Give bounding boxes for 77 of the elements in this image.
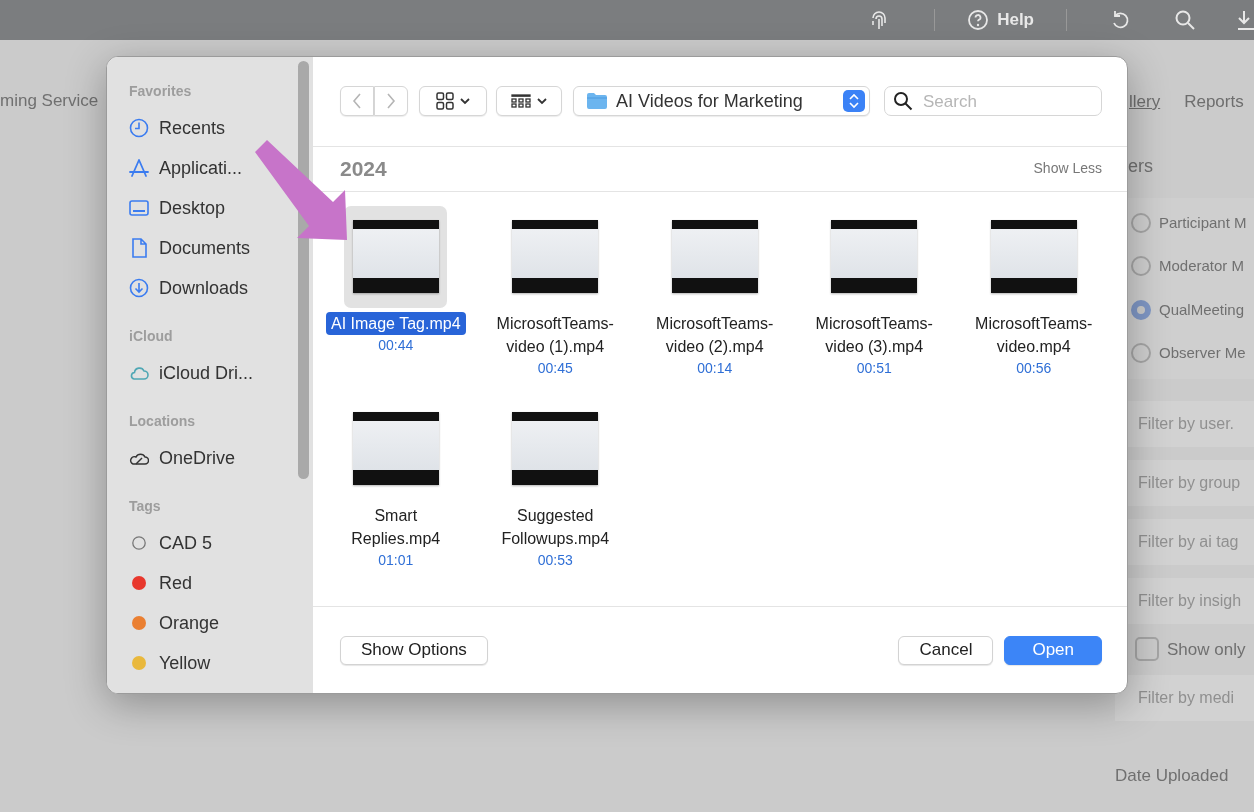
show-less-link[interactable]: Show Less	[1033, 158, 1102, 180]
radio-label: QualMeeting	[1159, 299, 1245, 320]
sidebar-item[interactable]: Applicati...	[129, 148, 243, 188]
sidebar-item[interactable]: iCloud Dri...	[129, 353, 254, 393]
group-button[interactable]	[496, 86, 562, 117]
sidebar-section-title: Tags	[129, 497, 162, 516]
sidebar-item[interactable]: Recents	[129, 108, 226, 148]
video-duration: 00:51	[856, 358, 892, 378]
video-duration: 01:01	[378, 550, 414, 570]
file-name[interactable]: Smart Replies.mp4	[329, 503, 462, 550]
group-icon	[511, 94, 531, 109]
panel-heading: ers	[1128, 154, 1154, 178]
tag-dot	[129, 536, 149, 550]
search-icon	[893, 91, 913, 112]
file-name[interactable]: MicrosoftTeams-video (3).mp4	[808, 311, 941, 358]
video-duration: 00:45	[537, 358, 573, 378]
search-icon[interactable]	[1174, 9, 1196, 31]
radio-button[interactable]	[1131, 256, 1151, 277]
video-thumbnail[interactable]	[831, 220, 918, 294]
chevron-down-icon	[460, 97, 470, 105]
video-thumbnail[interactable]	[512, 220, 599, 294]
radio-label: Participant M	[1159, 212, 1247, 233]
sidebar-item[interactable]: Downloads	[129, 268, 249, 308]
up-down-arrows-icon	[849, 93, 859, 110]
video-thumbnail[interactable]	[671, 220, 758, 294]
desktop-icon	[129, 198, 149, 218]
sidebar-section-title: Locations	[129, 412, 197, 431]
file-name[interactable]: AI Image Tag.mp4	[325, 311, 466, 335]
checkbox[interactable]	[1135, 637, 1159, 662]
radio-button[interactable]	[1131, 299, 1151, 320]
video-thumbnail[interactable]	[352, 412, 439, 486]
sidebar-item[interactable]: Documents	[129, 228, 251, 268]
video-duration: 00:44	[378, 335, 414, 355]
file-name[interactable]: MicrosoftTeams-video.mp4	[967, 311, 1100, 358]
checkbox-label: Show only	[1167, 638, 1246, 661]
radio-button[interactable]	[1131, 343, 1151, 364]
filter-field[interactable]: Filter by medi	[1115, 675, 1254, 721]
chevron-right-icon	[386, 93, 396, 110]
sidebar-item[interactable]: Desktop	[129, 188, 226, 228]
sidebar-section-title: iCloud	[129, 327, 174, 346]
chevron-down-icon	[537, 97, 547, 105]
sidebar-section-title: Favorites	[129, 82, 193, 101]
radio-button[interactable]	[1131, 212, 1151, 233]
grid-icon	[436, 92, 454, 111]
view-mode-button[interactable]	[419, 86, 487, 117]
sidebar-item[interactable]: CAD 5	[129, 523, 212, 563]
app-store-icon	[129, 158, 149, 178]
video-thumbnail[interactable]	[512, 412, 599, 486]
open-button[interactable]: Open	[1004, 635, 1102, 665]
radio-label: Moderator M	[1159, 256, 1245, 276]
folder-icon	[586, 92, 608, 111]
sidebar-item[interactable]: OneDrive	[129, 438, 236, 478]
selection-highlight[interactable]	[344, 205, 448, 308]
date-uploaded-label: Date Uploaded	[1115, 765, 1230, 787]
video-duration: 00:53	[537, 550, 573, 570]
video-thumbnail[interactable]	[990, 220, 1077, 294]
sidebar-item[interactable]: Red	[129, 563, 193, 603]
help-icon[interactable]	[967, 9, 990, 31]
video-duration: 00:56	[1016, 358, 1052, 378]
cancel-button[interactable]: Cancel	[898, 635, 994, 665]
radio-label: Observer Me	[1159, 343, 1246, 363]
file-name[interactable]: MicrosoftTeams-video (1).mp4	[489, 311, 622, 358]
sidebar-item[interactable]: Yellow	[129, 643, 211, 683]
download-icon	[129, 278, 149, 298]
search-field[interactable]: Search	[884, 86, 1102, 117]
chevron-left-icon	[352, 93, 362, 110]
file-name[interactable]: Suggested Followups.mp4	[489, 503, 622, 550]
sidebar-item[interactable]: Orange	[129, 603, 220, 643]
document-icon	[129, 238, 149, 258]
section-title: 2024	[340, 155, 387, 182]
download-icon[interactable]	[1238, 9, 1254, 31]
video-thumbnail[interactable]	[352, 220, 439, 294]
show-options-button[interactable]: Show Options	[340, 635, 488, 665]
clock-icon	[129, 118, 149, 138]
video-duration: 00:14	[697, 358, 733, 378]
folder-path-dropdown[interactable]: AI Videos for Marketing	[573, 86, 870, 117]
file-name[interactable]: MicrosoftTeams-video (2).mp4	[648, 311, 781, 358]
